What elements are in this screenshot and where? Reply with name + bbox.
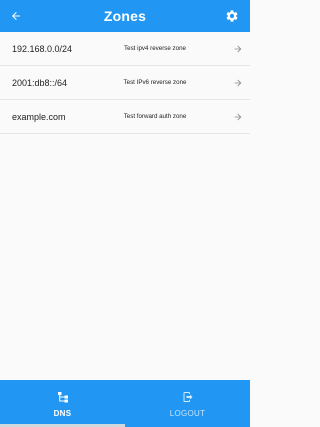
arrow-forward-icon [233,78,243,88]
back-button[interactable] [4,4,28,28]
arrow-forward-icon [233,112,243,122]
page-title: Zones [103,8,147,24]
app-bar: Zones [0,0,250,32]
arrow-forward-icon [233,44,243,54]
gear-icon [226,10,238,22]
zone-list: 192.168.0.0/24 Test ipv4 reverse zone 20… [0,32,250,134]
nav-item-logout[interactable]: LOGOUT [125,380,250,427]
settings-button[interactable] [220,4,244,28]
nav-label-dns: DNS [53,409,72,418]
zone-name: example.com [12,111,66,122]
bottom-navigation: DNS LOGOUT [0,380,250,427]
zone-row[interactable]: 2001:db8::/64 Test IPv6 reverse zone [0,66,250,100]
zone-description: Test IPv6 reverse zone [123,79,187,86]
zone-row[interactable]: 192.168.0.0/24 Test ipv4 reverse zone [0,32,250,66]
zone-name: 2001:db8::/64 [12,77,68,88]
nav-label-logout: LOGOUT [169,409,206,418]
arrow-back-icon [12,12,20,20]
network-icon [57,391,69,403]
zone-row[interactable]: example.com Test forward auth zone [0,100,250,134]
logout-icon [182,391,194,403]
nav-item-dns[interactable]: DNS [0,380,125,427]
zone-name: 192.168.0.0/24 [12,43,73,54]
zone-description: Test ipv4 reverse zone [124,45,186,52]
zone-description: Test forward auth zone [123,113,187,120]
